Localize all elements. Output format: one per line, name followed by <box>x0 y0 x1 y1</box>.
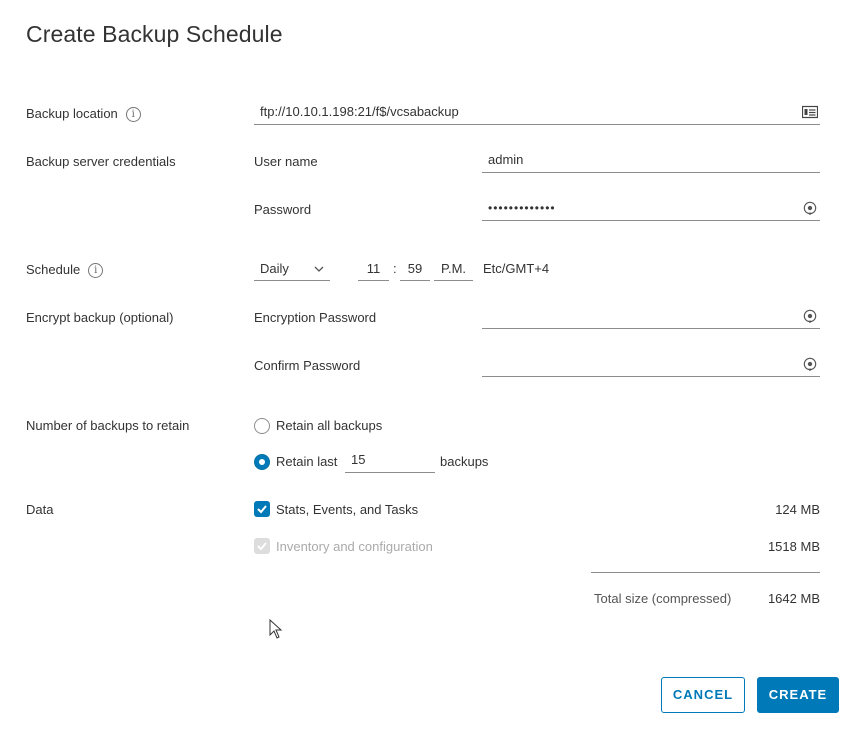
create-backup-schedule-dialog: Create Backup Schedule Backup location i … <box>0 0 863 738</box>
cancel-button[interactable]: CANCEL <box>661 677 745 713</box>
schedule-frequency-value: Daily <box>260 261 289 276</box>
dialog-title: Create Backup Schedule <box>26 21 283 47</box>
encryption-password-label: Encryption Password <box>254 310 377 325</box>
password-label: Password <box>254 202 312 217</box>
password-value: ••••••••••••• <box>488 201 556 215</box>
schedule-hour-input[interactable]: 11 <box>358 257 389 281</box>
data-label: Data <box>26 502 54 517</box>
backup-location-label: Backup location i <box>26 106 141 123</box>
total-size-value: 1642 MB <box>767 591 820 606</box>
inventory-configuration-size: 1518 MB <box>767 539 820 554</box>
schedule-frequency-select[interactable]: Daily <box>254 257 330 281</box>
password-input[interactable]: ••••••••••••• <box>482 197 820 221</box>
browse-icon[interactable] <box>802 105 818 119</box>
chevron-down-icon <box>314 266 324 272</box>
create-button[interactable]: CREATE <box>757 677 839 713</box>
stats-events-tasks-size: 124 MB <box>775 502 820 517</box>
info-icon[interactable]: i <box>88 263 104 279</box>
backups-suffix: backups <box>440 454 489 469</box>
username-label: User name <box>254 154 318 169</box>
username-value: admin <box>488 152 524 167</box>
checkmark-icon <box>257 505 267 514</box>
username-input[interactable]: admin <box>482 149 820 173</box>
confirm-password-label: Confirm Password <box>254 358 361 373</box>
encrypt-backup-label: Encrypt backup (optional) <box>26 310 174 325</box>
retain-all-radio[interactable] <box>254 418 270 434</box>
confirm-password-input[interactable] <box>482 353 820 377</box>
retain-all-label[interactable]: Retain all backups <box>276 418 382 433</box>
backup-location-input[interactable]: ftp://10.10.1.198:21/f$/vcsabackup <box>254 101 820 125</box>
retain-last-label[interactable]: Retain last <box>276 454 337 469</box>
schedule-ampm-select[interactable]: P.M. <box>434 257 473 281</box>
inventory-configuration-label: Inventory and configuration <box>276 539 433 554</box>
schedule-label: Schedule i <box>26 262 104 279</box>
checkmark-icon <box>257 542 267 551</box>
total-divider <box>591 572 820 573</box>
backup-location-label-text: Backup location <box>26 106 118 121</box>
retain-count-value: 15 <box>351 452 366 467</box>
mouse-pointer-icon <box>269 619 283 639</box>
schedule-label-text: Schedule <box>26 262 81 277</box>
retain-last-radio[interactable] <box>254 454 270 470</box>
inventory-configuration-checkbox <box>254 538 270 554</box>
info-icon[interactable]: i <box>125 107 141 123</box>
retain-backups-label: Number of backups to retain <box>26 418 190 433</box>
retain-count-input[interactable]: 15 <box>345 449 435 473</box>
stats-events-tasks-label[interactable]: Stats, Events, and Tasks <box>276 502 418 517</box>
eye-icon[interactable] <box>802 309 818 323</box>
schedule-minute-input[interactable]: 59 <box>400 257 430 281</box>
total-size-label: Total size (compressed) <box>594 591 732 606</box>
backup-credentials-label: Backup server credentials <box>26 154 176 169</box>
eye-icon[interactable] <box>802 201 818 215</box>
stats-events-tasks-checkbox[interactable] <box>254 501 270 517</box>
eye-icon[interactable] <box>802 357 818 371</box>
schedule-timezone: Etc/GMT+4 <box>483 261 550 276</box>
backup-location-value: ftp://10.10.1.198:21/f$/vcsabackup <box>260 104 459 119</box>
time-separator: : <box>393 261 397 276</box>
encryption-password-input[interactable] <box>482 305 820 329</box>
